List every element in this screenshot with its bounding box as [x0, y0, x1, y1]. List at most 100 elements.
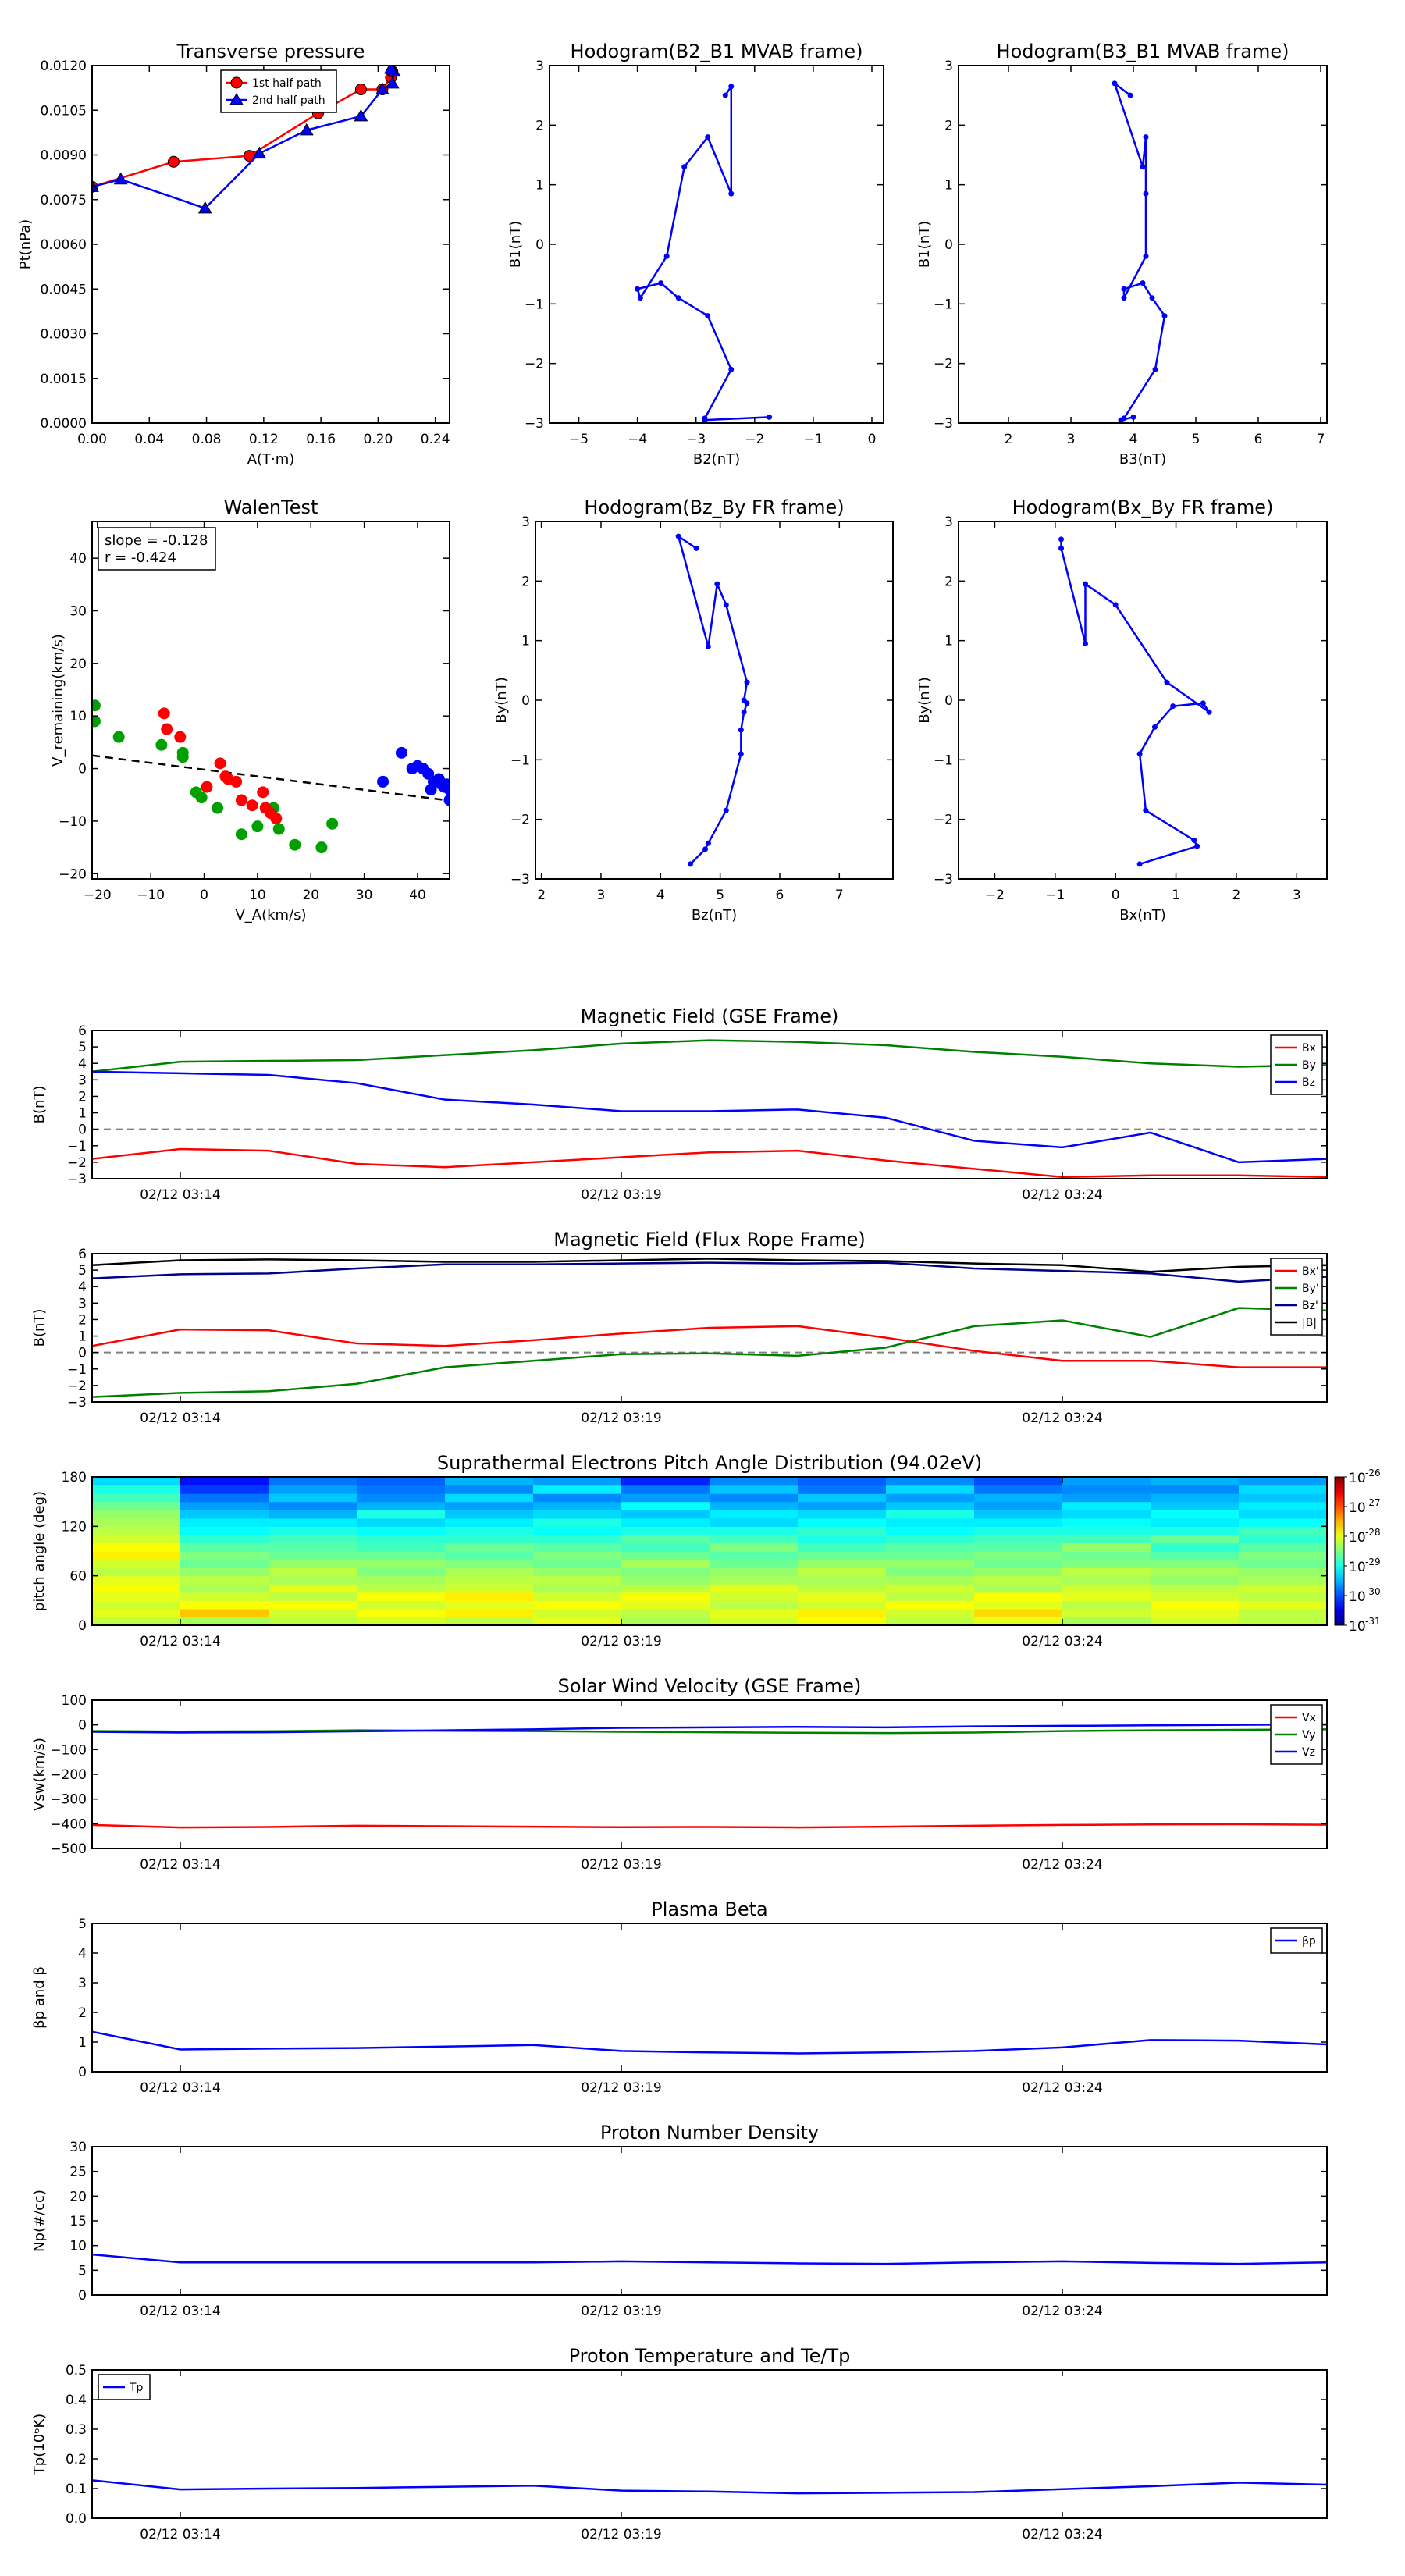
x-tick-label: 02/12 03:14 [140, 1187, 220, 1203]
chart-9: Solar Wind Velocity (GSE Frame) 02/12 03:… [31, 1675, 1328, 1873]
heatmap-cell [974, 1534, 1063, 1544]
y-axis-label: B1(nT) [507, 221, 524, 268]
legend-label: Vx [1302, 1712, 1316, 1724]
series-0-marker [738, 727, 744, 733]
x-tick-label: 0.00 [77, 432, 107, 447]
plot-area [92, 1039, 1327, 1179]
heatmap-cell [621, 1493, 710, 1503]
series-1-point [161, 723, 173, 735]
series-0-marker [1143, 134, 1149, 141]
heatmap-cell [1151, 1493, 1240, 1503]
plot-area [92, 699, 450, 854]
y-tick-label: 30 [69, 2140, 87, 2155]
heatmap-cell [621, 1485, 710, 1494]
plot-area [92, 1258, 1327, 1398]
annotation-text: slope = -0.128 [105, 532, 208, 549]
heatmap-cell [710, 1517, 799, 1527]
heatmap-cell [92, 1600, 181, 1610]
y-axis-label: Pt(nPa) [17, 219, 34, 269]
heatmap-cell [1062, 1501, 1151, 1510]
y-tick-label: 0.4 [66, 2393, 87, 2408]
x-tick-label: 2 [537, 888, 546, 903]
chart-8: Suprathermal Electrons Pitch Angle Distr… [31, 1452, 1381, 1649]
chart-title: Hodogram(Bz_By FR frame) [584, 496, 844, 518]
y-tick-label: −10 [59, 814, 87, 830]
plot-area [92, 2030, 1327, 2055]
heatmap-cell [1151, 1592, 1240, 1601]
series-0-marker [635, 286, 641, 292]
series-0-marker [705, 643, 711, 649]
heatmap-cell [710, 1575, 799, 1585]
legend-label: Vz [1302, 1746, 1315, 1759]
heatmap-cell [621, 1501, 710, 1510]
heatmap-cell [798, 1485, 887, 1494]
heatmap-cell [269, 1493, 357, 1503]
heatmap-cell [621, 1575, 710, 1585]
heatmap-cell [445, 1526, 534, 1535]
heatmap-cell [269, 1592, 357, 1601]
y-tick-label: 5 [78, 1263, 87, 1279]
plot-area [92, 2253, 1327, 2265]
heatmap-cell [533, 1485, 622, 1494]
series-0-marker [693, 545, 699, 551]
y-tick-label: 3 [78, 1296, 87, 1311]
y-tick-label: 0 [78, 1123, 87, 1138]
heatmap-cell [1239, 1501, 1327, 1510]
heatmap-cell [974, 1600, 1063, 1610]
y-tick-label: 60 [69, 1569, 87, 1585]
heatmap-cell [798, 1592, 887, 1601]
heatmap-cell [886, 1617, 975, 1625]
chart-title: Magnetic Field (Flux Rope Frame) [553, 1229, 865, 1251]
heatmap-cell [92, 1542, 181, 1552]
y-tick-label: −1 [67, 1139, 87, 1155]
heatmap-cell [445, 1534, 534, 1544]
series-0-marker [1121, 286, 1127, 292]
y-axis-label: V_remaining(km/s) [50, 634, 66, 767]
y-tick-label: 5 [78, 1916, 87, 1932]
heatmap-cell [621, 1559, 710, 1568]
x-tick-label: 3 [597, 888, 606, 903]
x-tick-label: 02/12 03:19 [581, 2304, 661, 2319]
plot-frame [91, 1030, 1328, 1179]
heatmap-cell [1239, 1551, 1327, 1560]
x-tick-label: 02/12 03:24 [1022, 1634, 1102, 1649]
series-0-marker [1151, 724, 1158, 730]
series-0-marker [1127, 92, 1133, 98]
x-tick-label: 3 [1067, 432, 1076, 447]
x-tick-label: −2 [745, 432, 764, 447]
heatmap-cell [357, 1477, 446, 1486]
heatmap-cell [1062, 1534, 1151, 1544]
x-tick-label: 02/12 03:14 [140, 1411, 220, 1426]
heatmap-cell [180, 1510, 269, 1519]
heatmap-cell [357, 1542, 446, 1552]
heatmap-cell [886, 1542, 975, 1552]
heatmap-cell [533, 1575, 622, 1585]
heatmap-cell [886, 1575, 975, 1585]
heatmap-cell [445, 1617, 534, 1625]
y-tick-label: −3 [67, 1172, 87, 1187]
x-tick-label: 02/12 03:19 [581, 2080, 661, 2096]
series-0-marker [714, 581, 720, 587]
heatmap-cell [180, 1592, 269, 1601]
heatmap-cell [357, 1584, 446, 1593]
heatmap-cell [445, 1477, 534, 1486]
x-tick-label: 0.16 [306, 432, 336, 447]
heatmap-cell [180, 1567, 269, 1577]
heatmap-cell [269, 1600, 357, 1610]
series-0-marker [1200, 700, 1206, 706]
x-tick-label: 5 [716, 888, 724, 903]
heatmap-cell [974, 1592, 1063, 1601]
y-tick-label: −400 [50, 1816, 87, 1832]
heatmap-cell [798, 1575, 887, 1585]
series-0-point [289, 838, 301, 851]
plot-area [92, 1477, 1327, 1625]
x-tick-label: 02/12 03:14 [140, 2304, 220, 2319]
x-tick-label: 02/12 03:19 [581, 1857, 661, 1873]
chart-title: Proton Temperature and Te/Tp [569, 2345, 851, 2367]
heatmap-cell [533, 1559, 622, 1568]
series-1-point [235, 794, 247, 806]
y-tick-label: 0 [944, 237, 953, 253]
heatmap-cell [269, 1485, 357, 1494]
x-tick-label: 2 [1232, 888, 1241, 903]
legend-label: Bx' [1302, 1265, 1319, 1278]
